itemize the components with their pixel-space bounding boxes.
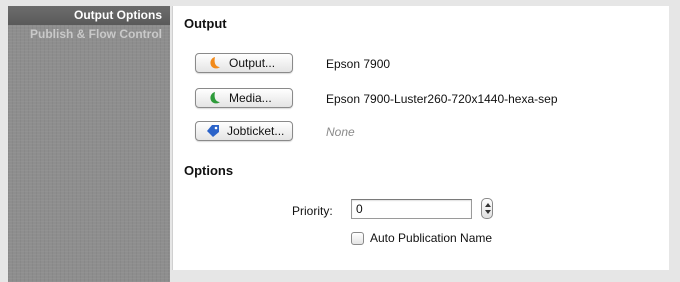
stepper-up-icon[interactable]: [485, 203, 491, 207]
options-section-title: Options: [184, 163, 234, 178]
priority-input[interactable]: 0: [351, 199, 472, 219]
priority-stepper[interactable]: [481, 198, 493, 219]
auto-publication-row[interactable]: Auto Publication Name: [351, 231, 492, 245]
sidebar: Output Options Publish & Flow Control: [8, 6, 170, 282]
jobticket-button[interactable]: Jobticket...: [195, 121, 293, 141]
output-section-title: Output: [184, 16, 227, 31]
output-button[interactable]: Output...: [195, 53, 293, 73]
auto-publication-checkbox[interactable]: [351, 231, 364, 245]
stepper-down-icon[interactable]: [485, 210, 491, 214]
auto-publication-label: Auto Publication Name: [370, 231, 493, 245]
jobticket-button-label: Jobticket...: [227, 124, 285, 138]
jobticket-value: None: [326, 125, 355, 139]
output-value: Epson 7900: [326, 57, 391, 71]
main-panel: Output Output... Epson 7900 Media... Eps…: [172, 6, 669, 270]
sidebar-item-output-options[interactable]: Output Options: [8, 6, 170, 25]
priority-label: Priority:: [292, 204, 333, 218]
media-button-label: Media...: [229, 91, 272, 105]
sidebar-item-publish-flow-control[interactable]: Publish & Flow Control: [8, 25, 170, 44]
media-button[interactable]: Media...: [195, 88, 293, 108]
media-value: Epson 7900-Luster260-720x1440-hexa-sep: [326, 92, 558, 106]
green-crescent-icon: [208, 91, 222, 105]
orange-crescent-icon: [208, 56, 222, 70]
blue-tag-icon: [206, 124, 220, 138]
output-button-label: Output...: [229, 56, 276, 70]
window: Output Options Publish & Flow Control Ou…: [0, 0, 680, 282]
